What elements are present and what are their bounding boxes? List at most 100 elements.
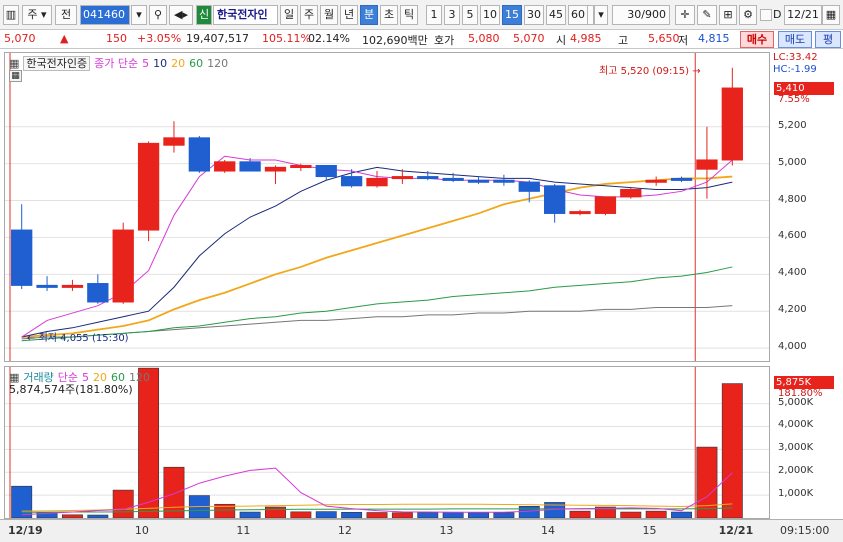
- hoga-label: 호가: [434, 34, 455, 47]
- period-6[interactable]: 틱: [400, 5, 418, 25]
- volume-bar: [493, 512, 515, 518]
- price-tick-label: 4,400: [778, 267, 807, 279]
- volume-bar: [417, 512, 439, 518]
- volume-bar: [671, 511, 693, 518]
- candle-body: [391, 176, 414, 180]
- panel-icon[interactable]: ▥: [3, 5, 19, 25]
- period-0[interactable]: 일: [280, 5, 298, 25]
- legend-ma20: 20: [171, 57, 186, 70]
- credit-badge: 신: [196, 5, 212, 25]
- d-checkbox[interactable]: [760, 9, 772, 21]
- change-rate: +3.05%: [137, 32, 182, 45]
- candle-body: [620, 188, 642, 198]
- interval-60[interactable]: 60: [568, 5, 588, 25]
- lc-label: LC:33.42: [773, 52, 818, 63]
- legend-series-label: 종가 단순: [94, 57, 139, 70]
- interval-45[interactable]: 45: [546, 5, 566, 25]
- volume-rate: 105.11%: [262, 32, 311, 45]
- candle-body: [87, 283, 109, 303]
- low-annotation: ← 최저 4,055 (15:30): [25, 332, 131, 345]
- candle-body: [315, 165, 337, 178]
- interval-1[interactable]: 1: [426, 5, 442, 25]
- stock-name: 한국전자인: [213, 5, 278, 25]
- price-chart[interactable]: ▦ 한국전자인증 종가 단순 5 10 20 60 120 ▦ 최고 5,520 (09:15…: [4, 52, 770, 362]
- price-change: 150: [106, 32, 127, 45]
- volume-bar: [721, 383, 743, 518]
- eval-button[interactable]: 평: [815, 31, 841, 48]
- legend-ma10: 10: [153, 57, 168, 70]
- candle-body: [137, 142, 160, 231]
- legend-grid-icon: ▦: [9, 57, 20, 70]
- market-select[interactable]: 주 ▾: [22, 5, 52, 25]
- volume-bar: [468, 512, 489, 518]
- interval-30[interactable]: 30: [524, 5, 544, 25]
- bid-price: 5,070: [513, 32, 545, 45]
- magnifier-icon[interactable]: ⚲: [149, 5, 167, 25]
- candle-body: [670, 177, 693, 181]
- volume-bar: [315, 511, 337, 518]
- interval-5[interactable]: 5: [462, 5, 478, 25]
- interval-10[interactable]: 10: [480, 5, 500, 25]
- period-4[interactable]: 분: [360, 5, 378, 25]
- candle-body: [442, 177, 464, 181]
- volume-bar: [112, 489, 134, 518]
- period-1[interactable]: 주: [300, 5, 318, 25]
- price-tick-label: 5,000: [778, 156, 807, 168]
- period-3[interactable]: 년: [340, 5, 358, 25]
- price-tick-label: 4,000: [778, 341, 807, 353]
- grid-toggle-icon[interactable]: ▦: [9, 70, 22, 82]
- volume-tick-label: 4,000K: [778, 419, 814, 431]
- sell-button[interactable]: 매도: [778, 31, 812, 48]
- chevron-down-icon[interactable]: ▾: [594, 5, 608, 25]
- candle-body: [721, 87, 743, 161]
- count-input[interactable]: 30/900: [612, 5, 670, 25]
- volume-tick-label: 3,000K: [778, 442, 814, 454]
- price-chart-canvas: [5, 53, 769, 361]
- date-input[interactable]: 12/21: [784, 5, 822, 25]
- volume-bar: [366, 512, 388, 518]
- volume-tick-label: 5,000K: [778, 396, 814, 408]
- volume-bar: [645, 510, 667, 518]
- indicator-icon[interactable]: ⊞: [719, 5, 737, 25]
- candle-body: [645, 179, 667, 183]
- current-price: 5,070: [4, 32, 36, 45]
- candle-body: [36, 284, 58, 288]
- volume-bar: [569, 510, 591, 518]
- date-tick-label: 12: [337, 524, 352, 537]
- draw-tool-icon[interactable]: ✎: [697, 5, 717, 25]
- stock-code-input[interactable]: 041460: [80, 5, 130, 25]
- volume-bar: [290, 511, 312, 518]
- interval-15[interactable]: 15: [502, 5, 522, 25]
- buy-button[interactable]: 매수: [740, 31, 774, 48]
- time-readout: 09:15:00: [780, 524, 830, 537]
- chart-toolbar: ▥ 주 ▾ 전 041460 ▾ ⚲ ◀▸ 신 한국전자인 15 ▾ 30/90…: [0, 0, 843, 30]
- candle-body: [493, 179, 515, 183]
- quote-bar: 5,070 ▲ 150 +3.05% 19,407,517 105.11% 02…: [0, 30, 843, 49]
- high-annotation: 최고 5,520 (09:15) →: [597, 65, 703, 78]
- volume-value: 5,874,574주(181.80%): [9, 383, 133, 396]
- volume-bar: [518, 506, 540, 518]
- candle-body: [11, 229, 33, 286]
- price-legend: ▦ 한국전자인증 종가 단순 5 10 20 60 120: [9, 55, 232, 71]
- date-tick-label: 12/21: [718, 524, 754, 537]
- up-arrow-icon: ▲: [60, 32, 69, 45]
- period-2[interactable]: 월: [320, 5, 338, 25]
- code-dropdown-icon[interactable]: ▾: [131, 5, 147, 25]
- interval-3[interactable]: 3: [444, 5, 460, 25]
- volume-tick-label: 2,000K: [778, 465, 814, 477]
- high-label: 고: [618, 34, 629, 47]
- speaker-icon[interactable]: ◀▸: [169, 5, 193, 25]
- gear-icon[interactable]: ⚙: [739, 5, 757, 25]
- calendar-icon[interactable]: ▦: [822, 5, 840, 25]
- d-label: D: [773, 8, 782, 21]
- volume: 19,407,517: [186, 32, 249, 45]
- period-5[interactable]: 초: [380, 5, 398, 25]
- open-label: 시: [556, 34, 567, 47]
- type-select[interactable]: 전: [55, 5, 77, 25]
- market-select-label: 주: [27, 8, 38, 21]
- volume-chart[interactable]: ▦ 거래량 단순 5 20 60 120 5,874,574주(181.80%): [4, 366, 770, 519]
- volume-tick-label: 1,000K: [778, 488, 814, 500]
- crosshair-icon[interactable]: ✛: [675, 5, 695, 25]
- volume-bar: [87, 514, 109, 518]
- candle-body: [518, 181, 540, 192]
